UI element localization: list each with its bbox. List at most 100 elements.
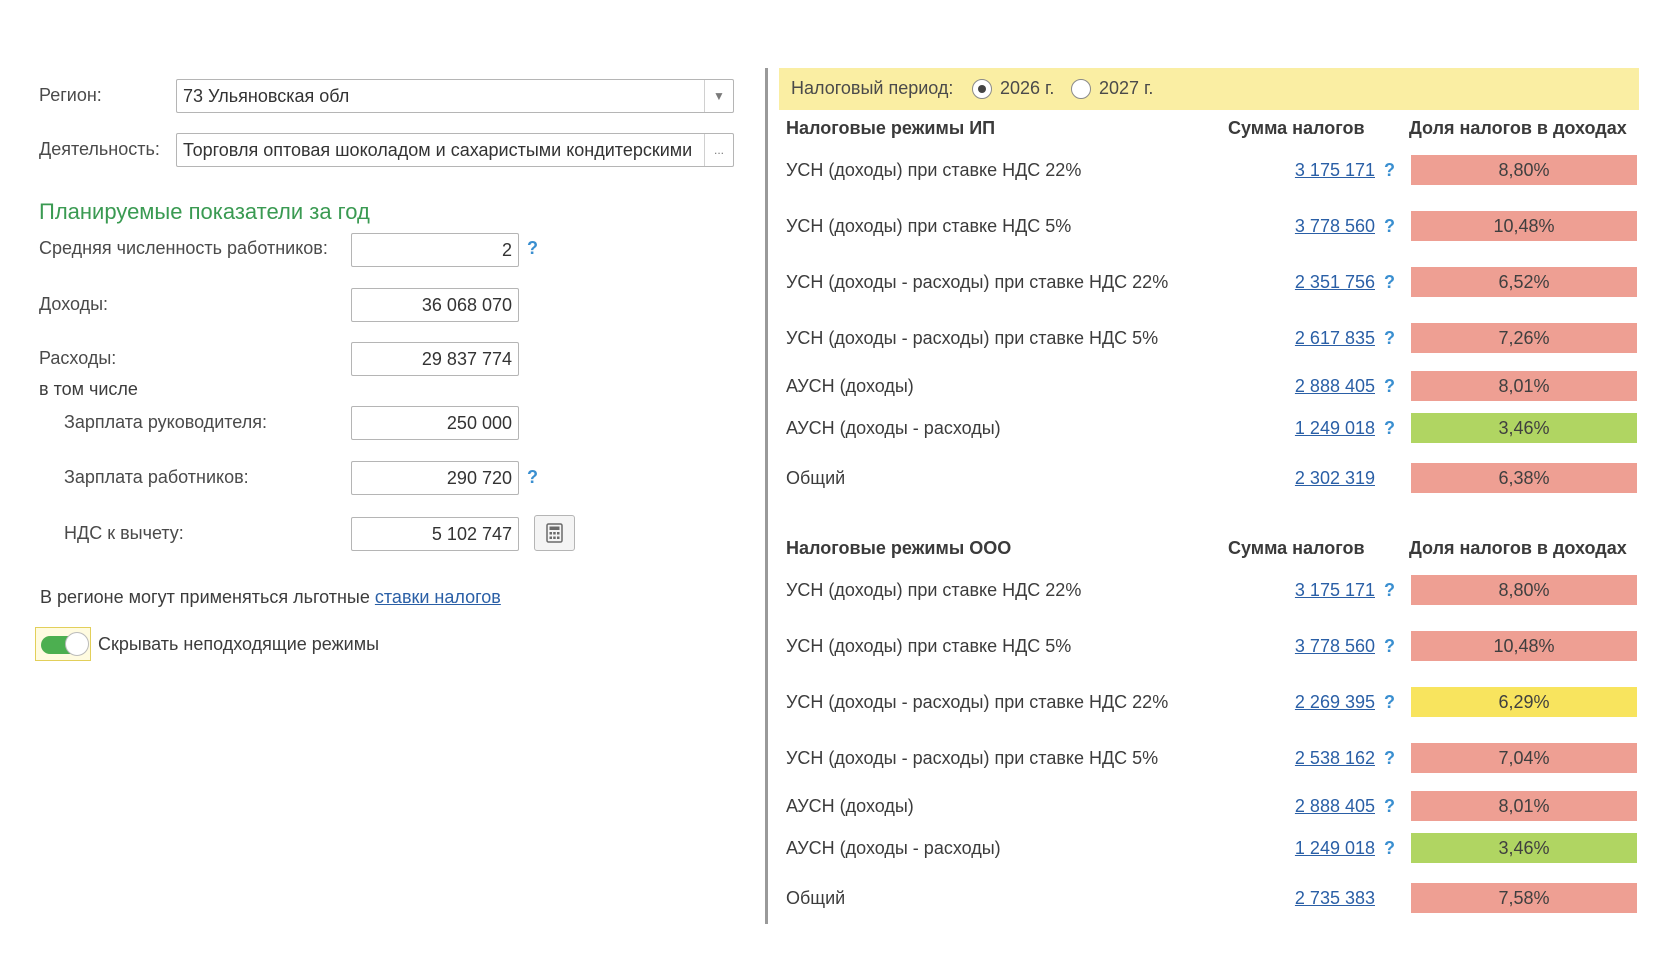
activity-choose-button[interactable]: ... <box>704 134 733 166</box>
regime-tax-amount-link[interactable]: 3 175 171 <box>1230 160 1375 181</box>
regime-help-icon[interactable]: ? <box>1384 692 1395 713</box>
regime-tax-share: 10,48% <box>1411 211 1637 241</box>
regime-tax-share: 7,58% <box>1411 883 1637 913</box>
workers-salary-input[interactable]: 290 720 <box>351 461 519 495</box>
regime-name: УСН (доходы) при ставке НДС 22% <box>786 160 1082 180</box>
regime-tax-share: 8,01% <box>1411 371 1637 401</box>
activity-label: Деятельность: <box>39 139 160 159</box>
regime-help-icon[interactable]: ? <box>1384 838 1395 859</box>
regime-tax-amount-link[interactable]: 2 538 162 <box>1230 748 1375 769</box>
hide-modes-toggle[interactable] <box>35 627 91 661</box>
regime-tax-share: 7,04% <box>1411 743 1637 773</box>
regime-tax-share: 7,26% <box>1411 323 1637 353</box>
region-label: Регион: <box>39 85 102 105</box>
regime-tax-amount-link[interactable]: 3 778 560 <box>1230 636 1375 657</box>
director-salary-input[interactable]: 250 000 <box>351 406 519 440</box>
period-2026-radio[interactable] <box>972 79 992 99</box>
ip-col-share: Доля налогов в доходах <box>1409 118 1627 138</box>
workers-salary-help-icon[interactable]: ? <box>527 467 538 488</box>
tax-period-label: Налоговый период: <box>791 78 954 98</box>
radio-dot <box>978 85 986 93</box>
regime-tax-amount-link[interactable]: 3 778 560 <box>1230 216 1375 237</box>
regime-name: УСН (доходы - расходы) при ставке НДС 22… <box>786 692 1169 712</box>
vat-input[interactable]: 5 102 747 <box>351 517 519 551</box>
regime-tax-share: 8,80% <box>1411 575 1637 605</box>
tax-rates-link[interactable]: ставки налогов <box>375 587 501 607</box>
regime-help-icon[interactable]: ? <box>1384 272 1395 293</box>
regime-name: Общий <box>786 468 846 488</box>
regime-tax-share: 8,01% <box>1411 791 1637 821</box>
period-2027-label[interactable]: 2027 г. <box>1099 78 1153 99</box>
regime-name: УСН (доходы - расходы) при ставке НДС 22… <box>786 272 1169 292</box>
ip-col-sum: Сумма налогов <box>1228 118 1365 138</box>
ooo-col-share: Доля налогов в доходах <box>1409 538 1627 558</box>
employees-help-icon[interactable]: ? <box>527 238 538 259</box>
regime-tax-share: 3,46% <box>1411 833 1637 863</box>
vat-label: НДС к вычету: <box>64 523 184 543</box>
regime-tax-share: 8,80% <box>1411 155 1637 185</box>
regime-tax-amount-link[interactable]: 3 175 171 <box>1230 580 1375 601</box>
calculator-button[interactable] <box>534 515 575 551</box>
regime-tax-share: 10,48% <box>1411 631 1637 661</box>
hide-modes-label: Скрывать неподходящие режимы <box>98 634 380 654</box>
expenses-input[interactable]: 29 837 774 <box>351 342 519 376</box>
regime-name: УСН (доходы - расходы) при ставке НДС 5% <box>786 328 1159 348</box>
region-value: 73 Ульяновская обл <box>183 86 350 106</box>
regime-name: АУСН (доходы - расходы) <box>786 418 1001 438</box>
regime-name: УСН (доходы - расходы) при ставке НДС 5% <box>786 748 1159 768</box>
regime-help-icon[interactable]: ? <box>1384 796 1395 817</box>
expenses-label: Расходы: <box>39 348 117 368</box>
regime-tax-share: 6,52% <box>1411 267 1637 297</box>
regime-name: АУСН (доходы) <box>786 796 914 816</box>
chevron-down-icon[interactable]: ▼ <box>704 80 733 112</box>
regime-tax-amount-link[interactable]: 2 735 383 <box>1230 888 1375 909</box>
regime-name: Общий <box>786 888 846 908</box>
regime-help-icon[interactable]: ? <box>1384 418 1395 439</box>
tax-period-bar: Налоговый период: 2026 г. 2027 г. <box>779 68 1639 110</box>
employees-input[interactable]: 2 <box>351 233 519 267</box>
calculator-icon <box>546 523 563 543</box>
regime-help-icon[interactable]: ? <box>1384 376 1395 397</box>
director-salary-label: Зарплата руководителя: <box>64 412 267 432</box>
regime-name: АУСН (доходы - расходы) <box>786 838 1001 858</box>
regime-tax-amount-link[interactable]: 2 302 319 <box>1230 468 1375 489</box>
regime-tax-share: 6,38% <box>1411 463 1637 493</box>
activity-value: Торговля оптовая шоколадом и сахаристыми… <box>183 140 693 160</box>
region-note: В регионе могут применяться льготные ста… <box>40 587 501 608</box>
employees-label: Средняя численность работников: <box>39 238 328 258</box>
including-label: в том числе <box>39 379 138 399</box>
regime-name: АУСН (доходы) <box>786 376 914 396</box>
income-label: Доходы: <box>39 294 109 314</box>
regime-tax-share: 3,46% <box>1411 413 1637 443</box>
regime-tax-amount-link[interactable]: 2 351 756 <box>1230 272 1375 293</box>
ooo-section-title: Налоговые режимы ООО <box>786 538 1012 558</box>
income-input[interactable]: 36 068 070 <box>351 288 519 322</box>
activity-field[interactable]: Торговля оптовая шоколадом и сахаристыми… <box>176 133 734 167</box>
regime-help-icon[interactable]: ? <box>1384 748 1395 769</box>
region-note-text: В регионе могут применяться льготные <box>40 587 370 607</box>
regime-tax-share: 6,29% <box>1411 687 1637 717</box>
regime-tax-amount-link[interactable]: 2 888 405 <box>1230 376 1375 397</box>
regime-tax-amount-link[interactable]: 2 617 835 <box>1230 328 1375 349</box>
regime-help-icon[interactable]: ? <box>1384 328 1395 349</box>
regime-help-icon[interactable]: ? <box>1384 216 1395 237</box>
regime-help-icon[interactable]: ? <box>1384 636 1395 657</box>
workers-salary-label: Зарплата работников: <box>64 467 249 487</box>
ip-section-title: Налоговые режимы ИП <box>786 118 996 138</box>
region-select[interactable]: 73 Ульяновская обл ▼ <box>176 79 734 113</box>
ooo-col-sum: Сумма налогов <box>1228 538 1365 558</box>
regime-tax-amount-link[interactable]: 1 249 018 <box>1230 838 1375 859</box>
regime-tax-amount-link[interactable]: 2 269 395 <box>1230 692 1375 713</box>
regime-help-icon[interactable]: ? <box>1384 160 1395 181</box>
regime-name: УСН (доходы) при ставке НДС 5% <box>786 636 1072 656</box>
period-2026-label[interactable]: 2026 г. <box>1000 78 1054 99</box>
regime-name: УСН (доходы) при ставке НДС 22% <box>786 580 1082 600</box>
regime-name: УСН (доходы) при ставке НДС 5% <box>786 216 1072 236</box>
section-title: Планируемые показатели за год <box>39 199 370 224</box>
regime-tax-amount-link[interactable]: 1 249 018 <box>1230 418 1375 439</box>
regime-help-icon[interactable]: ? <box>1384 580 1395 601</box>
toggle-knob <box>65 632 89 656</box>
period-2027-radio[interactable] <box>1071 79 1091 99</box>
regime-tax-amount-link[interactable]: 2 888 405 <box>1230 796 1375 817</box>
panel-divider <box>765 68 768 924</box>
